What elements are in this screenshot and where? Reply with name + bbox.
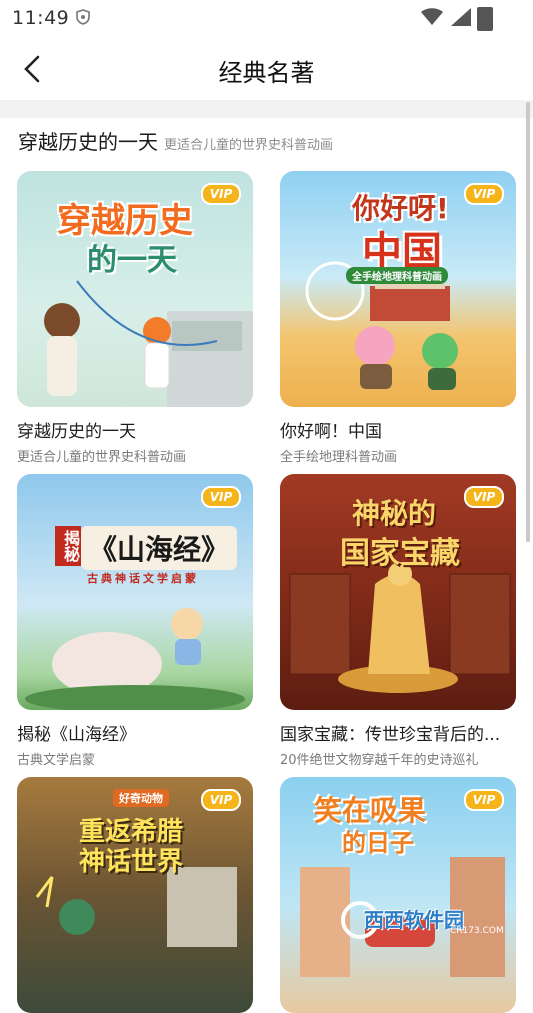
watermark-logo: 西西软件园 CR173.COM	[340, 898, 520, 940]
card-title: 穿越历史的一天	[17, 422, 136, 442]
top-nav: 经典名著	[0, 36, 533, 100]
cover-side-label: 揭秘	[55, 526, 81, 566]
shield-icon	[76, 9, 90, 25]
video-card[interactable]: 神秘的 国家宝藏 VIP 国家宝藏：传世珍宝背后的... 20件绝世文物穿越千年…	[280, 474, 516, 768]
video-card[interactable]: 穿越历史 的一天 VIP 穿越历史的一天 更适合儿童的世界史科普动画	[17, 171, 253, 465]
watermark-text: 西西软件园	[364, 908, 464, 932]
cover-image: 你好呀! 中国 全手绘地理科普动画 VIP	[280, 171, 516, 407]
section-subtitle: 更适合儿童的世界史科普动画	[164, 138, 334, 153]
watermark-url: CR173.COM	[450, 926, 504, 936]
cover-image: 揭秘 《山海经》 古典神话文学启蒙 VIP	[17, 474, 253, 710]
cover-title: 《山海经》	[81, 526, 238, 570]
card-title: 你好啊！中国	[280, 422, 382, 442]
video-card[interactable]: 笑在吸果 的日子 VIP	[280, 777, 516, 1013]
status-bar: 11:49	[0, 0, 533, 36]
divider	[0, 100, 533, 118]
vip-badge: VIP	[201, 789, 241, 811]
page-title: 经典名著	[218, 59, 315, 87]
video-card[interactable]: 你好呀! 中国 全手绘地理科普动画 VIP 你好啊！中国 全手绘地理科普动画	[280, 171, 516, 465]
vip-badge: VIP	[201, 183, 241, 205]
cover-image: 好奇动物 重返希腊 神话世界 VIP	[17, 777, 253, 1013]
cover-image: 神秘的 国家宝藏 VIP	[280, 474, 516, 710]
card-subtitle: 更适合儿童的世界史科普动画	[17, 450, 187, 465]
card-subtitle: 20件绝世文物穿越千年的史诗巡礼	[280, 753, 479, 768]
cover-art-shanhai	[25, 608, 245, 710]
vip-badge: VIP	[464, 486, 504, 508]
cover-title: 神秘的	[352, 497, 437, 530]
cover-title-2: 的一天	[87, 243, 177, 278]
vip-badge: VIP	[201, 486, 241, 508]
cover-label: 好奇动物	[113, 789, 169, 807]
cover-title-2: 神话世界	[79, 847, 184, 877]
card-subtitle: 古典文学启蒙	[17, 753, 96, 768]
card-subtitle: 全手绘地理科普动画	[280, 450, 398, 465]
vip-badge: VIP	[464, 789, 504, 811]
video-card[interactable]: 好奇动物 重返希腊 神话世界 VIP	[17, 777, 253, 1013]
wifi-icon	[421, 8, 443, 25]
video-card[interactable]: 揭秘 《山海经》 古典神话文学启蒙 VIP 揭秘《山海经》 古典文学启蒙	[17, 474, 253, 768]
vip-badge: VIP	[464, 183, 504, 205]
cover-image: 笑在吸果 的日子 VIP	[280, 777, 516, 1013]
cover-title-2: 国家宝藏	[340, 536, 460, 571]
card-title: 国家宝藏：传世珍宝背后的...	[280, 725, 501, 745]
signal-icon	[451, 8, 471, 26]
section-title: 穿越历史的一天	[18, 130, 158, 154]
section-header: 穿越历史的一天 更适合儿童的世界史科普动画	[18, 126, 333, 155]
cover-image: 穿越历史 的一天 VIP	[17, 171, 253, 407]
card-title: 揭秘《山海经》	[17, 725, 136, 745]
battery-icon	[477, 7, 493, 31]
status-time: 11:49	[12, 7, 70, 29]
cover-title-2: 的日子	[342, 829, 414, 857]
cover-subtitle: 全手绘地理科普动画	[346, 267, 448, 284]
cover-subtitle: 古典神话文学启蒙	[87, 572, 199, 585]
scrollbar[interactable]	[526, 102, 530, 542]
